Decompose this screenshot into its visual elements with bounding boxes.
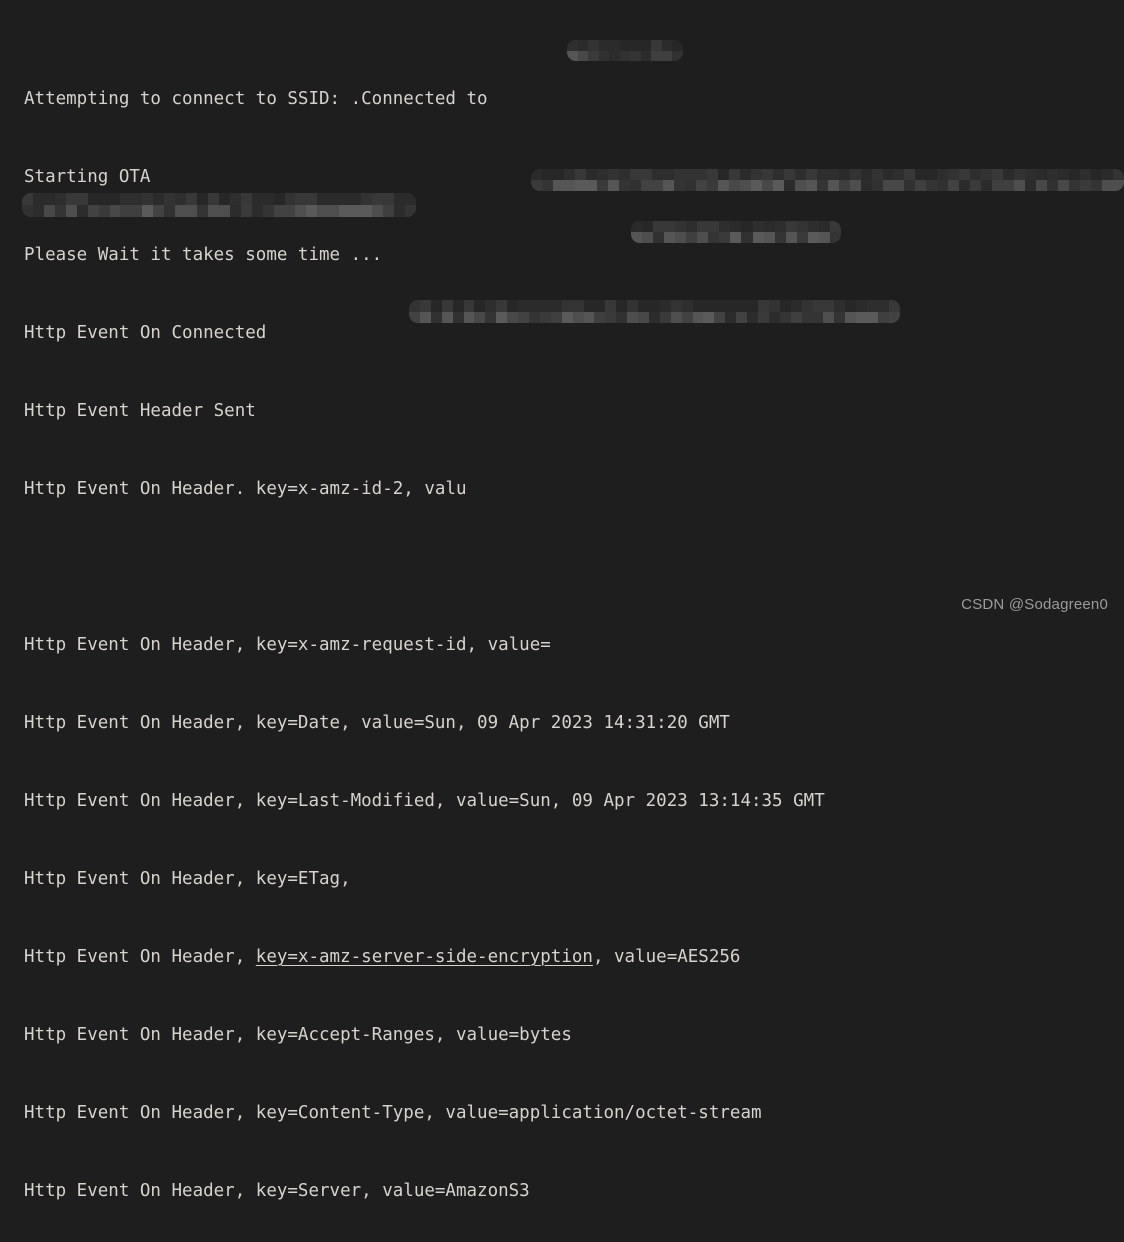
- console-line-text: Http Event On Header, key=Accept-Ranges,…: [24, 1025, 572, 1045]
- console-line: Http Event On Header. key=x-amz-id-2, va…: [24, 476, 1124, 502]
- console-line-text: Http Event On Header, key=Last-Modified,…: [24, 791, 825, 811]
- console-line: Attempting to connect to SSID: .Connecte…: [24, 86, 1124, 112]
- console-line: Http Event Header Sent: [24, 398, 1124, 424]
- console-line-text: Http Event On Connected: [24, 323, 267, 343]
- console-line: Http Event On Header, key=Date, value=Su…: [24, 710, 1124, 736]
- console-line: Http Event On Header, key=Accept-Ranges,…: [24, 1022, 1124, 1048]
- redacted-value-block: [631, 221, 841, 243]
- console-line: Http Event On Header, key=x-amz-server-s…: [24, 944, 1124, 970]
- redacted-value-block: [567, 40, 683, 61]
- console-line-text: Http Event On Header, key=Date, value=Su…: [24, 713, 730, 733]
- console-line-text: Http Event On Header, key=x-amz-request-…: [24, 635, 551, 655]
- console-line: Http Event On Header, key=x-amz-request-…: [24, 632, 1124, 658]
- redacted-value-block: [22, 193, 416, 217]
- terminal-window: Attempting to connect to SSID: .Connecte…: [0, 0, 1124, 1201]
- console-line: Please Wait it takes some time ...: [24, 242, 1124, 268]
- console-line-text: Attempting to connect to SSID: .Connecte…: [24, 89, 499, 109]
- spellcheck-underlined-token: key=x-amz-server-side-encryption: [255, 947, 593, 967]
- console-line: Http Event On Header, key=Content-Type, …: [24, 1100, 1124, 1126]
- console-line: Http Event On Header, key=ETag,: [24, 866, 1124, 892]
- console-line-text: Http Event Header Sent: [24, 401, 256, 421]
- console-line-text: Http Event On Header, key=ETag,: [24, 869, 362, 889]
- console-line-text: Http Event On Header, key=Content-Type, …: [24, 1103, 762, 1123]
- console-line-text: Http Event On Header, key=Server, value=…: [24, 1181, 530, 1201]
- console-line-text: Http Event On Header. key=x-amz-id-2, va…: [24, 479, 467, 499]
- console-line-text: Starting OTA: [24, 167, 151, 187]
- redacted-value-block: [531, 169, 1124, 191]
- console-line: Http Event On Header, key=Last-Modified,…: [24, 788, 1124, 814]
- console-line: Http Event On Header, key=Server, value=…: [24, 1178, 1124, 1204]
- csdn-watermark: CSDN @Sodagreen0: [961, 596, 1108, 613]
- console-line-text: Please Wait it takes some time ...: [24, 245, 383, 265]
- console-line-prefix: Http Event On Header,: [24, 947, 256, 967]
- console-line-suffix: , value=AES256: [592, 947, 741, 967]
- console-line: Http Event On Connected: [24, 320, 1124, 346]
- redacted-value-block: [409, 300, 900, 323]
